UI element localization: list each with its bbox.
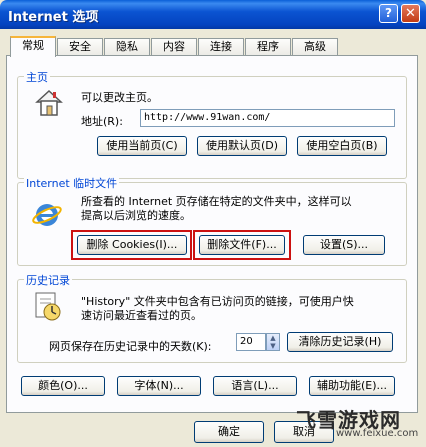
clear-history-button[interactable]: 清除历史记录(H) [287, 332, 393, 352]
homepage-address-input[interactable]: http://www.91wan.com/ [140, 109, 395, 127]
homepage-description: 可以更改主页。 [81, 91, 158, 104]
ok-button[interactable]: 确定 [194, 421, 264, 443]
title-bar: Internet 选项 ? ✕ [0, 0, 426, 29]
languages-button[interactable]: 语言(L)... [213, 376, 297, 396]
temp-settings-button[interactable]: 设置(S)... [303, 235, 385, 255]
internet-explorer-icon [32, 204, 62, 226]
history-days-label: 网页保存在历史记录中的天数(K): [49, 340, 212, 353]
history-days-input[interactable]: 20 [236, 333, 266, 351]
address-label: 地址(R): [81, 115, 123, 128]
tab-advanced[interactable]: 高级 [292, 38, 338, 55]
temp-files-legend: Internet 临时文件 [24, 175, 120, 191]
history-legend: 历史记录 [24, 272, 72, 288]
homepage-legend: 主页 [24, 69, 50, 85]
tab-panel-general: 主页 可以更改主页。 地址(R): http://www.91wan.com/ … [6, 55, 418, 413]
use-current-page-button[interactable]: 使用当前页(C) [97, 136, 187, 156]
fonts-button[interactable]: 字体(N)... [117, 376, 201, 396]
tab-content[interactable]: 内容 [151, 38, 197, 55]
accessibility-button[interactable]: 辅助功能(E)... [309, 376, 395, 396]
colors-button[interactable]: 颜色(O)... [21, 376, 105, 396]
history-days-spinner[interactable]: ▲ ▼ [266, 333, 280, 351]
watermark-url: www.feixue.com [336, 428, 419, 439]
window-title: Internet 选项 [8, 10, 99, 25]
tab-privacy[interactable]: 隐私 [104, 38, 150, 55]
use-blank-page-button[interactable]: 使用空白页(B) [297, 136, 387, 156]
history-icon [35, 292, 61, 321]
temp-files-description-line2: 提高以后浏览的速度。 [81, 209, 191, 222]
close-button[interactable]: ✕ [401, 4, 420, 23]
tab-security[interactable]: 安全 [57, 38, 103, 55]
home-icon [35, 89, 63, 116]
use-default-page-button[interactable]: 使用默认页(D) [197, 136, 287, 156]
history-description-line2: 速访问最近查看过的页。 [81, 309, 202, 322]
homepage-group: 主页 [17, 69, 407, 179]
highlight-box-cookies [71, 230, 192, 260]
highlight-box-files [193, 230, 291, 260]
tab-connections[interactable]: 连接 [198, 38, 244, 55]
tab-programs[interactable]: 程序 [245, 38, 291, 55]
tab-general[interactable]: 常规 [10, 36, 56, 57]
help-button[interactable]: ? [379, 4, 398, 23]
